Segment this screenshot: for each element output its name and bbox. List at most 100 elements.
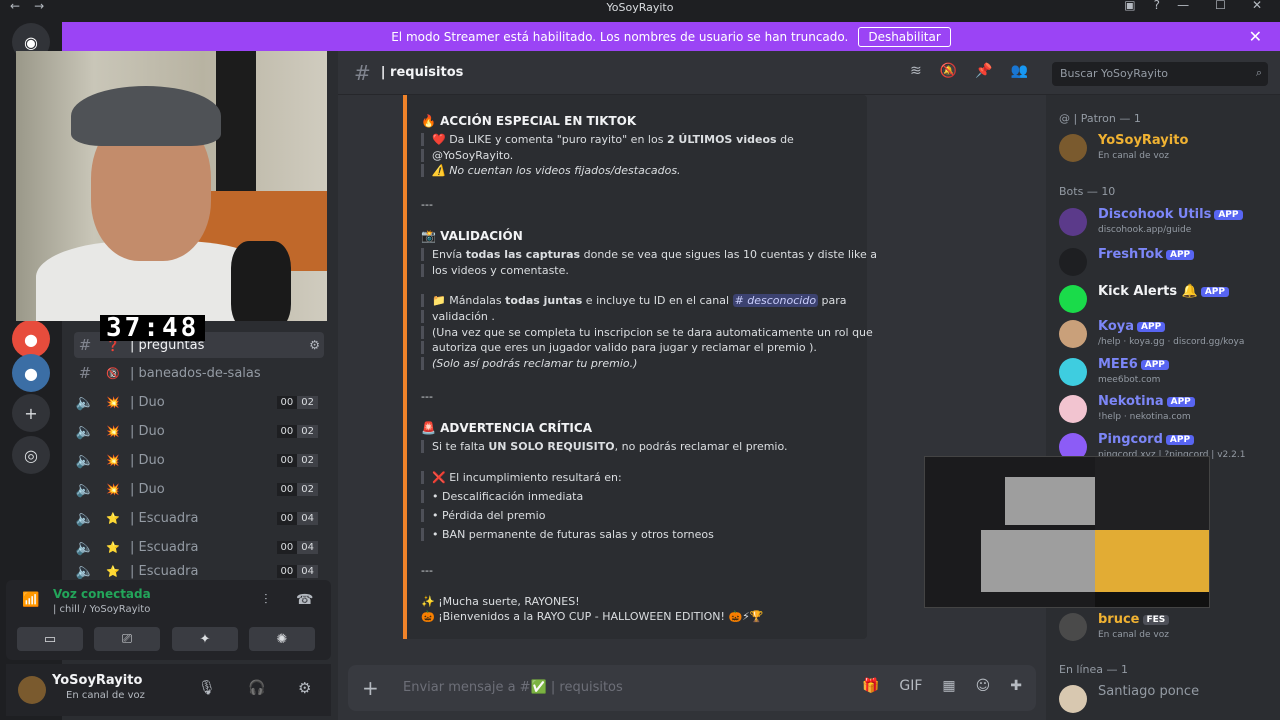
title-bar: ← → YoSoyRayito ▣ ? — ☐ ✕ bbox=[0, 0, 1280, 14]
message-embed: 🔥 ACCIÓN ESPECIAL EN TIKTOK ❤️ Da LIKE y… bbox=[403, 95, 877, 639]
channel-header: # | requisitos ≋ 🔕 📌 👥 Buscar YoSoyRayit… bbox=[338, 51, 1280, 95]
member-list-icon[interactable]: 👥 bbox=[1011, 63, 1028, 79]
channel-item[interactable]: # 🔞 | baneados-de-salas bbox=[74, 360, 324, 386]
settings-icon[interactable]: ⚙ bbox=[298, 679, 311, 697]
member-item[interactable]: YoSoyRayito En canal de voz bbox=[1059, 131, 1279, 169]
embed-text: los videos y comentaste. bbox=[421, 264, 569, 277]
member-item[interactable]: Kick Alerts 🔔 APP bbox=[1059, 282, 1279, 320]
app-badge: APP bbox=[1165, 435, 1195, 445]
embed-text: ⚠️ No cuentan los videos fijados/destaca… bbox=[421, 164, 681, 177]
soundboard-icon: ✺ bbox=[276, 631, 288, 647]
voice-channel-item[interactable]: 🔈 💥 | Duo 00 02 bbox=[74, 418, 324, 444]
explore-icon[interactable]: ◎ bbox=[12, 436, 50, 474]
member-item[interactable]: Koya APP /help · koya.gg · discord.gg/koy… bbox=[1059, 317, 1279, 355]
app-badge: APP bbox=[1137, 322, 1166, 332]
forward-arrow-icon[interactable]: → bbox=[34, 0, 44, 13]
voice-channel-item[interactable]: 🔈 💥 | Duo 00 02 bbox=[74, 389, 324, 415]
separator: --- bbox=[421, 390, 433, 403]
user-limit: 00 04 bbox=[276, 564, 318, 578]
channel-mention[interactable]: # desconocido bbox=[732, 294, 819, 307]
maximize-icon[interactable]: ☐ bbox=[1215, 0, 1226, 12]
embed-text: @YoSoyRayito. bbox=[421, 149, 513, 162]
inbox-icon[interactable]: ▣ bbox=[1124, 0, 1135, 12]
app-badge: APP bbox=[1166, 250, 1195, 260]
avatar bbox=[1059, 358, 1087, 386]
close-window-icon[interactable]: ✕ bbox=[1252, 0, 1262, 12]
camera-button[interactable]: ▭ bbox=[17, 627, 83, 651]
voice-status[interactable]: Voz conectada bbox=[53, 587, 151, 601]
screen-share-button[interactable]: ⎚ bbox=[94, 627, 160, 651]
activities-button[interactable]: ✦ bbox=[172, 627, 238, 651]
member-item[interactable]: MEE6 APP mee6bot.com bbox=[1059, 355, 1279, 393]
voice-channel-item[interactable]: 🔈 💥 | Duo 00 02 bbox=[74, 476, 324, 502]
member-item[interactable]: Nekotina APP !help · nekotina.com bbox=[1059, 392, 1279, 430]
section-title: 🚨 ADVERTENCIA CRÍTICA bbox=[421, 421, 592, 435]
activities-icon: ✦ bbox=[199, 631, 211, 647]
voice-channel-item[interactable]: 🔈 ⭐ | Escuadra 00 04 bbox=[74, 505, 324, 531]
voice-channel-item[interactable]: 🔈 💥 | Duo 00 02 bbox=[74, 447, 324, 473]
noise-suppression-icon[interactable]: ⫶ bbox=[264, 592, 268, 608]
username[interactable]: YoSoyRayito bbox=[52, 673, 142, 688]
disable-streamer-button[interactable]: Deshabilitar bbox=[858, 26, 951, 47]
title-icons: ▣ ? bbox=[1124, 0, 1160, 12]
threads-icon[interactable]: ≋ bbox=[910, 63, 922, 79]
member-status: mee6bot.com bbox=[1098, 375, 1161, 385]
embed-text: (Solo así podrás reclamar tu premio.) bbox=[421, 357, 637, 370]
headphones-icon[interactable]: 🎧 bbox=[248, 680, 265, 696]
speaker-icon: 🔈 bbox=[75, 509, 95, 527]
server-icon[interactable]: ● bbox=[12, 354, 50, 392]
server-icon[interactable]: ● bbox=[12, 320, 50, 358]
microphone-icon[interactable]: 🎙 bbox=[198, 680, 216, 696]
member-item[interactable]: Discohook Utils APP discohook.app/guide bbox=[1059, 205, 1279, 243]
minimize-icon[interactable]: — bbox=[1177, 0, 1189, 12]
settings-icon[interactable]: ⚙ bbox=[309, 338, 320, 352]
sticker-icon[interactable]: ▦ bbox=[942, 678, 955, 694]
emoji-icon[interactable]: ☺ bbox=[976, 678, 991, 694]
banner-text: El modo Streamer está habilitado. Los no… bbox=[391, 29, 849, 44]
help-icon[interactable]: ? bbox=[1154, 0, 1160, 12]
member-item[interactable]: bruce FES En canal de voz bbox=[1059, 610, 1279, 648]
member-status: !help · nekotina.com bbox=[1098, 412, 1191, 422]
search-input[interactable]: Buscar YoSoyRayito ⌕ bbox=[1052, 62, 1268, 86]
preview-tile bbox=[981, 530, 1095, 592]
avatar[interactable] bbox=[18, 676, 46, 704]
member-name: Nekotina bbox=[1098, 394, 1164, 409]
user-limit: 00 04 bbox=[276, 540, 318, 554]
member-name: Pingcord bbox=[1098, 432, 1163, 447]
attach-plus-icon[interactable]: + bbox=[362, 676, 379, 700]
member-name: Discohook Utils bbox=[1098, 207, 1212, 222]
member-item[interactable]: FreshTok APP bbox=[1059, 245, 1279, 283]
voice-channel-item[interactable]: 🔈 ⭐ | Escuadra 00 04 bbox=[74, 563, 324, 579]
member-status: En canal de voz bbox=[1098, 630, 1169, 640]
back-arrow-icon[interactable]: ← bbox=[10, 0, 20, 13]
embed-text: Si te falta UN SOLO REQUISITO, no podrás… bbox=[421, 440, 788, 453]
apps-icon[interactable]: ✚ bbox=[1010, 678, 1022, 694]
voice-connected-panel: 📶 Voz conectada | chill / YoSoyRayito ⫶ … bbox=[6, 580, 331, 660]
preview-tile bbox=[1095, 530, 1209, 592]
voice-channel-name[interactable]: | chill / YoSoyRayito bbox=[53, 604, 150, 615]
section-title: 📸 VALIDACIÓN bbox=[421, 229, 523, 243]
bullet-item: • BAN permanente de futuras salas y otro… bbox=[421, 528, 714, 541]
voice-channel-item[interactable]: 🔈 ⭐ | Escuadra 00 04 bbox=[74, 534, 324, 560]
gift-icon[interactable]: 🎁 bbox=[862, 678, 879, 694]
composer-toolbar: 🎁 GIF ▦ ☺ ✚ bbox=[862, 678, 1022, 694]
gif-icon[interactable]: GIF bbox=[899, 678, 922, 694]
add-server-icon[interactable]: + bbox=[12, 394, 50, 432]
text-channel-icon: # bbox=[78, 364, 92, 382]
member-group-header: Bots — 10 bbox=[1059, 185, 1116, 198]
notification-icon[interactable]: 🔕 bbox=[940, 63, 957, 79]
close-icon[interactable]: ✕ bbox=[1249, 27, 1262, 46]
member-name: FreshTok bbox=[1098, 247, 1163, 262]
embed-text: ❌ El incumplimiento resultará en: bbox=[421, 471, 622, 484]
soundboard-button[interactable]: ✺ bbox=[249, 627, 315, 651]
embed-text: 📁 Mándalas todas juntas e incluye tu ID … bbox=[421, 294, 847, 307]
pin-icon[interactable]: 📌 bbox=[975, 63, 992, 79]
member-item[interactable]: Santiago ponce bbox=[1059, 682, 1279, 720]
window-controls: — ☐ ✕ bbox=[1177, 0, 1262, 12]
channel-title: | requisitos bbox=[380, 65, 464, 80]
message-input[interactable]: + Enviar mensaje a #✅ | requisitos 🎁 GIF… bbox=[348, 665, 1036, 711]
speaker-icon: 🔈 bbox=[75, 393, 95, 411]
user-limit: 00 04 bbox=[276, 511, 318, 525]
disconnect-icon[interactable]: ☎ bbox=[296, 592, 313, 608]
speaker-icon: 🔈 bbox=[75, 563, 95, 579]
